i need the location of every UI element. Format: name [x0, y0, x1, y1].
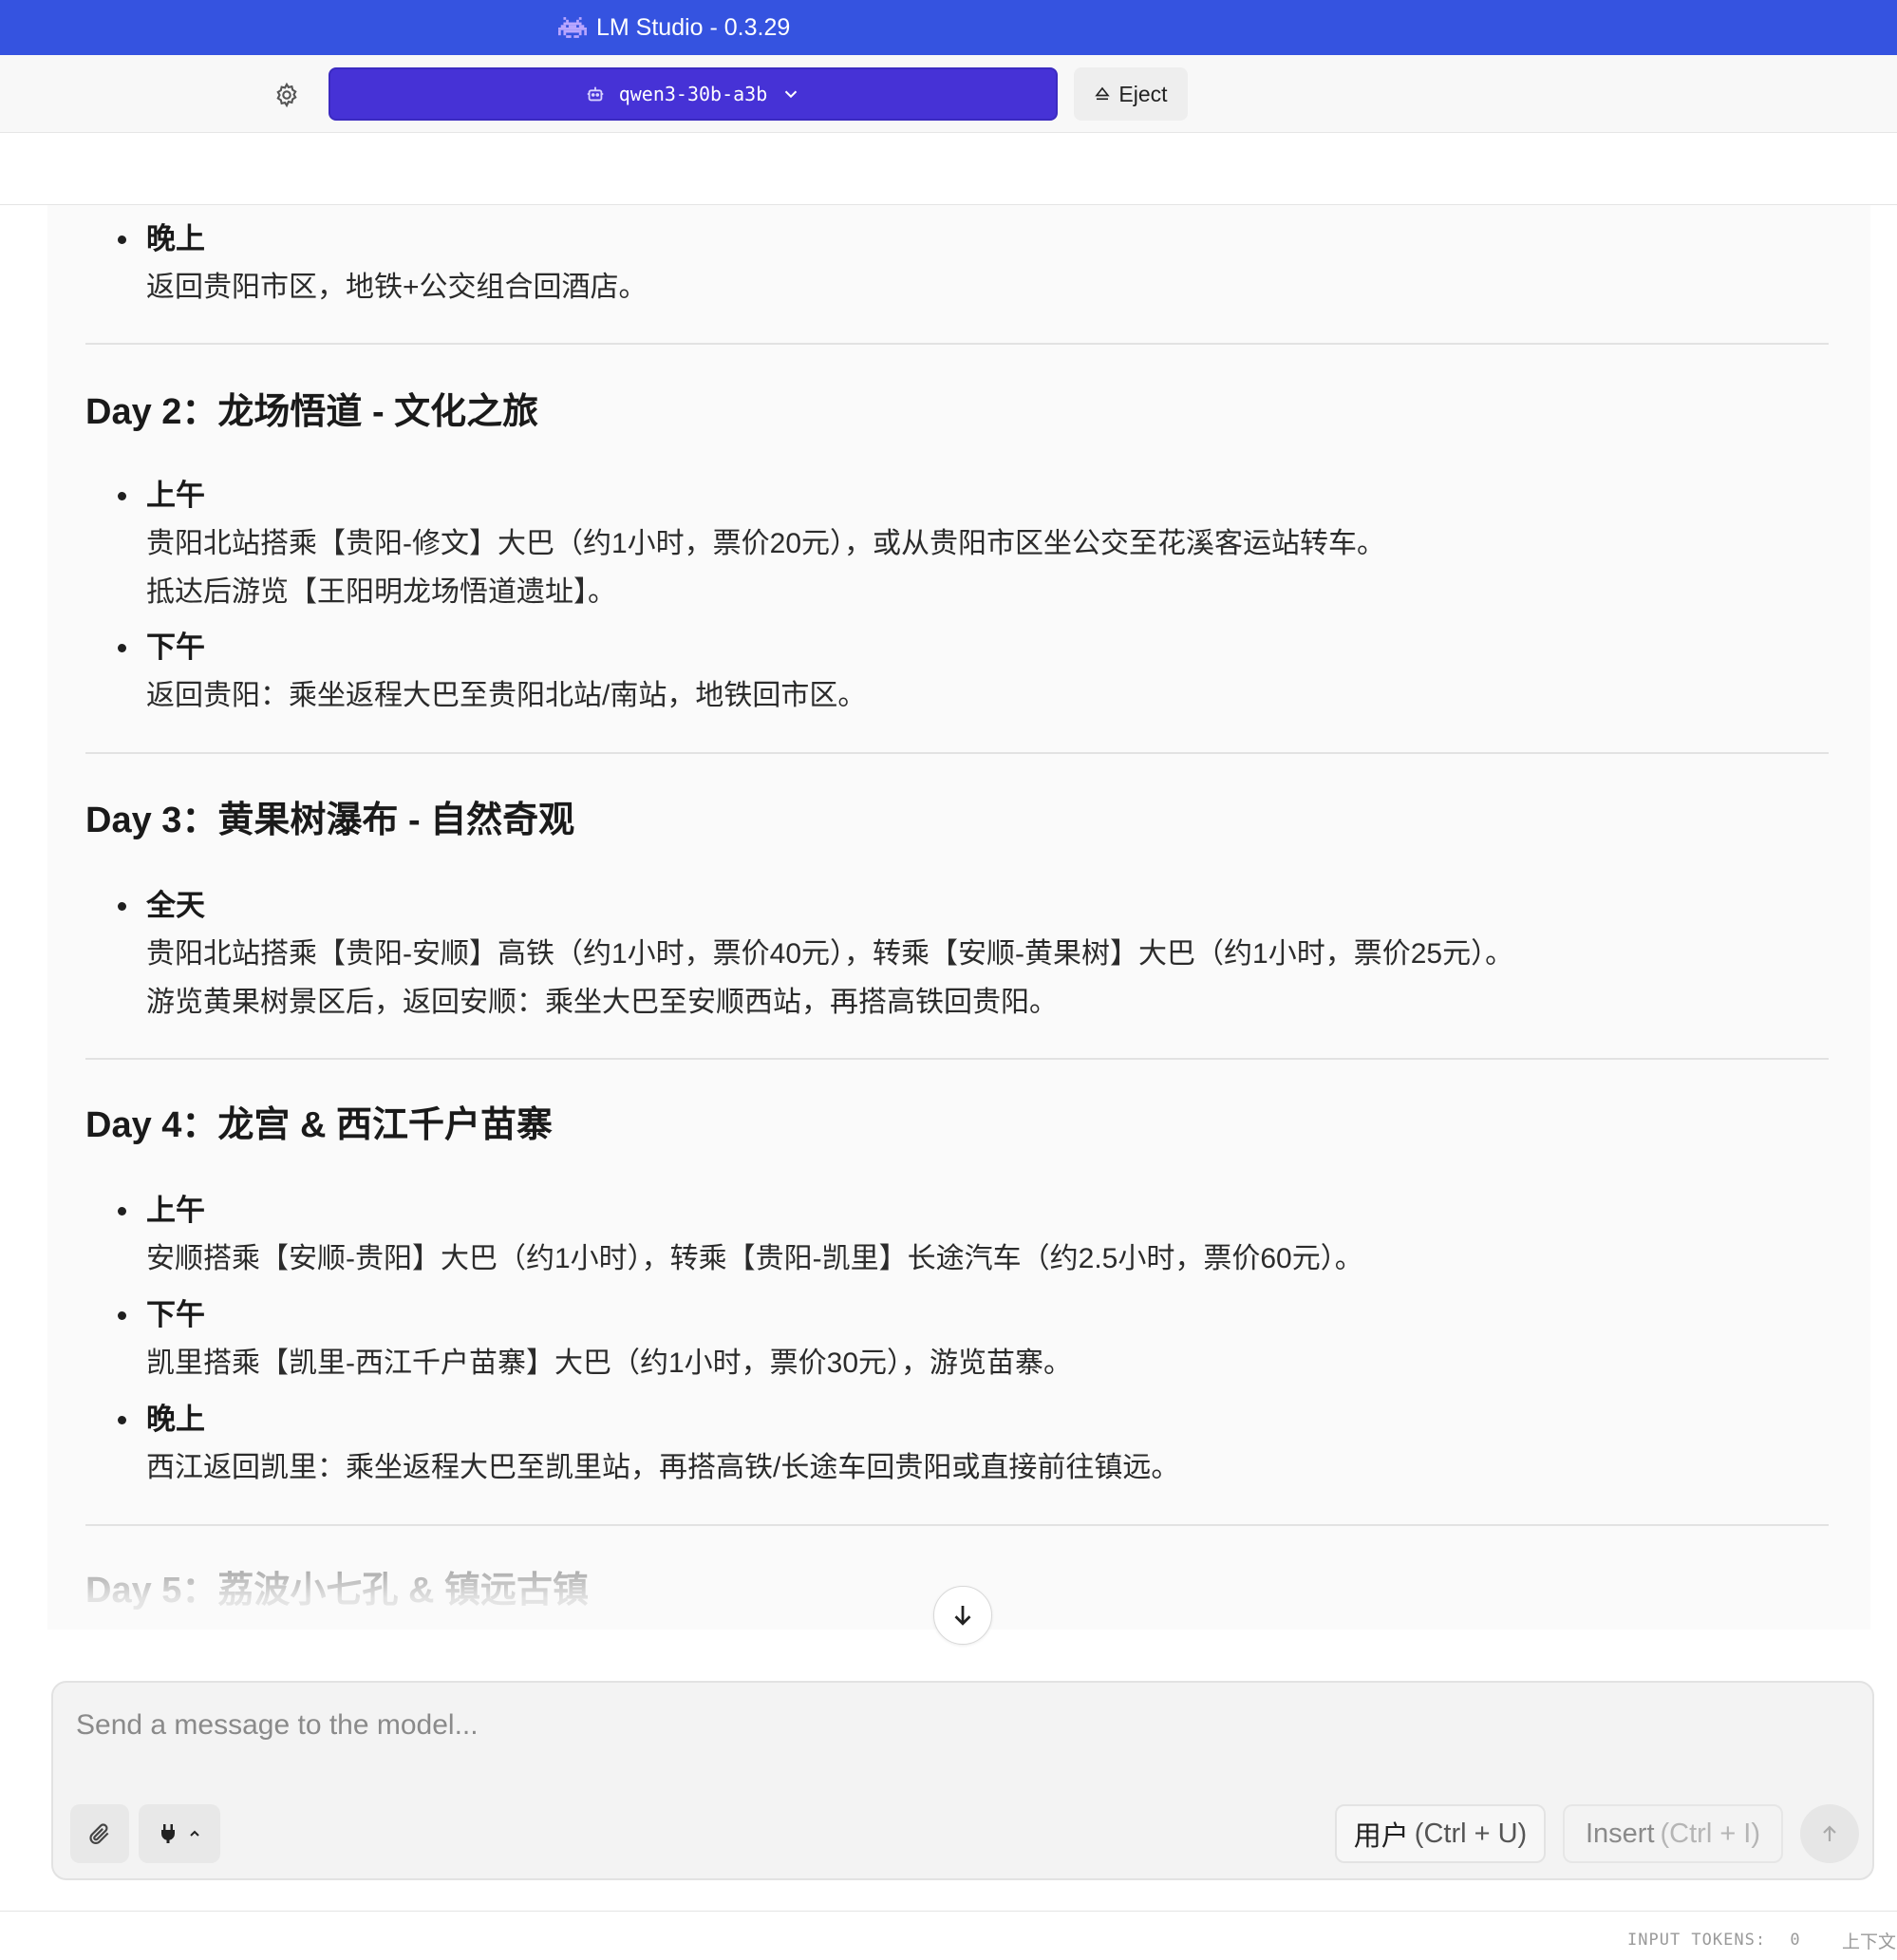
- list-item-text: 贵阳北站搭乘【贵阳-安顺】高铁（约1小时，票价40元），转乘【安顺-黄果树】大巴…: [146, 938, 1514, 970]
- space-invader-icon: [558, 17, 587, 38]
- arrow-up-icon: [1823, 1825, 1836, 1841]
- bullet-dot: [118, 492, 126, 500]
- list-item-text: 抵达后游览【王阳明龙场悟道遗址】。: [146, 576, 616, 608]
- day-heading: Day 5：荔波小七孔 & 镇远古镇: [85, 1571, 589, 1611]
- paperclip-icon: [89, 1823, 109, 1844]
- insert-button[interactable]: Insert (Ctrl + I): [1563, 1804, 1783, 1863]
- bullet-dot: [118, 236, 126, 244]
- list-item-text: 贵阳北站搭乘【贵阳-修文】大巴（约1小时，票价20元），或从贵阳市区坐公交至花溪…: [146, 528, 1386, 559]
- day-heading: Day 2：龙场悟道 - 文化之旅: [85, 392, 539, 432]
- message-input[interactable]: [76, 1702, 1785, 1749]
- settings-button[interactable]: [272, 80, 302, 110]
- bullet-dot: [118, 1416, 126, 1424]
- plugins-button[interactable]: [139, 1804, 220, 1863]
- chevron-down-icon: [785, 90, 798, 99]
- list-item-title: 上午: [146, 479, 205, 512]
- attach-file-button[interactable]: [70, 1804, 129, 1863]
- list-item-title: 晚上: [146, 222, 205, 255]
- scroll-to-bottom-button[interactable]: [933, 1586, 992, 1645]
- status-bar: INPUT TOKENS: 0 上下文: [0, 1911, 1897, 1960]
- input-token-count: INPUT TOKENS: 0: [1627, 1931, 1801, 1950]
- model-name: qwen3-30b-a3b: [618, 83, 768, 105]
- chat-header: [0, 133, 1897, 205]
- window-title: LM Studio - 0.3.29: [596, 14, 791, 41]
- insert-shortcut: (Ctrl + I): [1660, 1818, 1761, 1849]
- day-heading: Day 3：黄果树瀑布 - 自然奇观: [85, 801, 575, 840]
- list-item-text: 返回贵阳：乘坐返程大巴至贵阳北站/南站，地铁回市区。: [146, 680, 867, 711]
- tokens-value: 0: [1790, 1931, 1801, 1950]
- bullet-dot: [118, 644, 126, 652]
- divider: [85, 1524, 1829, 1526]
- bullet-dot: [118, 1311, 126, 1320]
- divider: [85, 752, 1829, 754]
- gear-icon: [276, 82, 297, 108]
- eject-label: Eject: [1118, 81, 1168, 106]
- list-item-text: 西江返回凯里：乘坐返程大巴至凯里站，再搭高铁/长途车回贵阳或直接前往镇远。: [146, 1452, 1180, 1483]
- divider: [85, 343, 1829, 345]
- bullet-dot: [118, 902, 126, 911]
- list-item-title: 全天: [146, 889, 205, 922]
- insert-label: Insert: [1585, 1818, 1655, 1849]
- model-selector-button[interactable]: qwen3-30b-a3b: [329, 67, 1058, 121]
- chevron-up-icon: [190, 1830, 199, 1837]
- plug-icon: [161, 1824, 175, 1843]
- assistant-message: 晚上 返回贵阳市区，地铁+公交组合回酒店。 Day 2：龙场悟道 - 文化之旅 …: [47, 205, 1870, 1630]
- list-item-title: 上午: [146, 1194, 205, 1227]
- divider: [85, 1058, 1829, 1060]
- send-button[interactable]: [1800, 1804, 1859, 1863]
- day-heading: Day 4：龙宫 & 西江千户苗寨: [85, 1105, 553, 1145]
- title-bar: LM Studio - 0.3.29: [0, 0, 1897, 55]
- composer: 用户 (Ctrl + U) Insert (Ctrl + I): [51, 1681, 1874, 1880]
- role-label: 用户: [1353, 1821, 1409, 1852]
- bullet-dot: [118, 1207, 126, 1216]
- list-item-text: 安顺搭乘【安顺-贵阳】大巴（约1小时），转乘【贵阳-凯里】长途汽车（约2.5小时…: [146, 1243, 1363, 1274]
- eject-button[interactable]: Eject: [1074, 67, 1188, 121]
- list-item-text: 凯里搭乘【凯里-西江千户苗寨】大巴（约1小时，票价30元），游览苗寨。: [146, 1348, 1073, 1379]
- role-shortcut: (Ctrl + U): [1414, 1818, 1528, 1849]
- list-item-title: 下午: [146, 1298, 205, 1331]
- role-user-button[interactable]: 用户 (Ctrl + U): [1335, 1804, 1546, 1863]
- list-item-title: 晚上: [146, 1403, 205, 1436]
- toolbar: qwen3-30b-a3b Eject: [0, 55, 1897, 133]
- eject-icon: [1095, 86, 1111, 101]
- arrow-down-icon: [954, 1606, 971, 1626]
- robot-icon: [587, 86, 603, 102]
- context-label: 上下文: [1842, 1932, 1897, 1952]
- list-item-text: 返回贵阳市区，地铁+公交组合回酒店。: [146, 272, 648, 303]
- list-item-text: 游览黄果树景区后，返回安顺：乘坐大巴至安顺西站，再搭高铁回贵阳。: [146, 987, 1058, 1018]
- tokens-label: INPUT TOKENS:: [1627, 1931, 1767, 1950]
- list-item-title: 下午: [146, 631, 205, 664]
